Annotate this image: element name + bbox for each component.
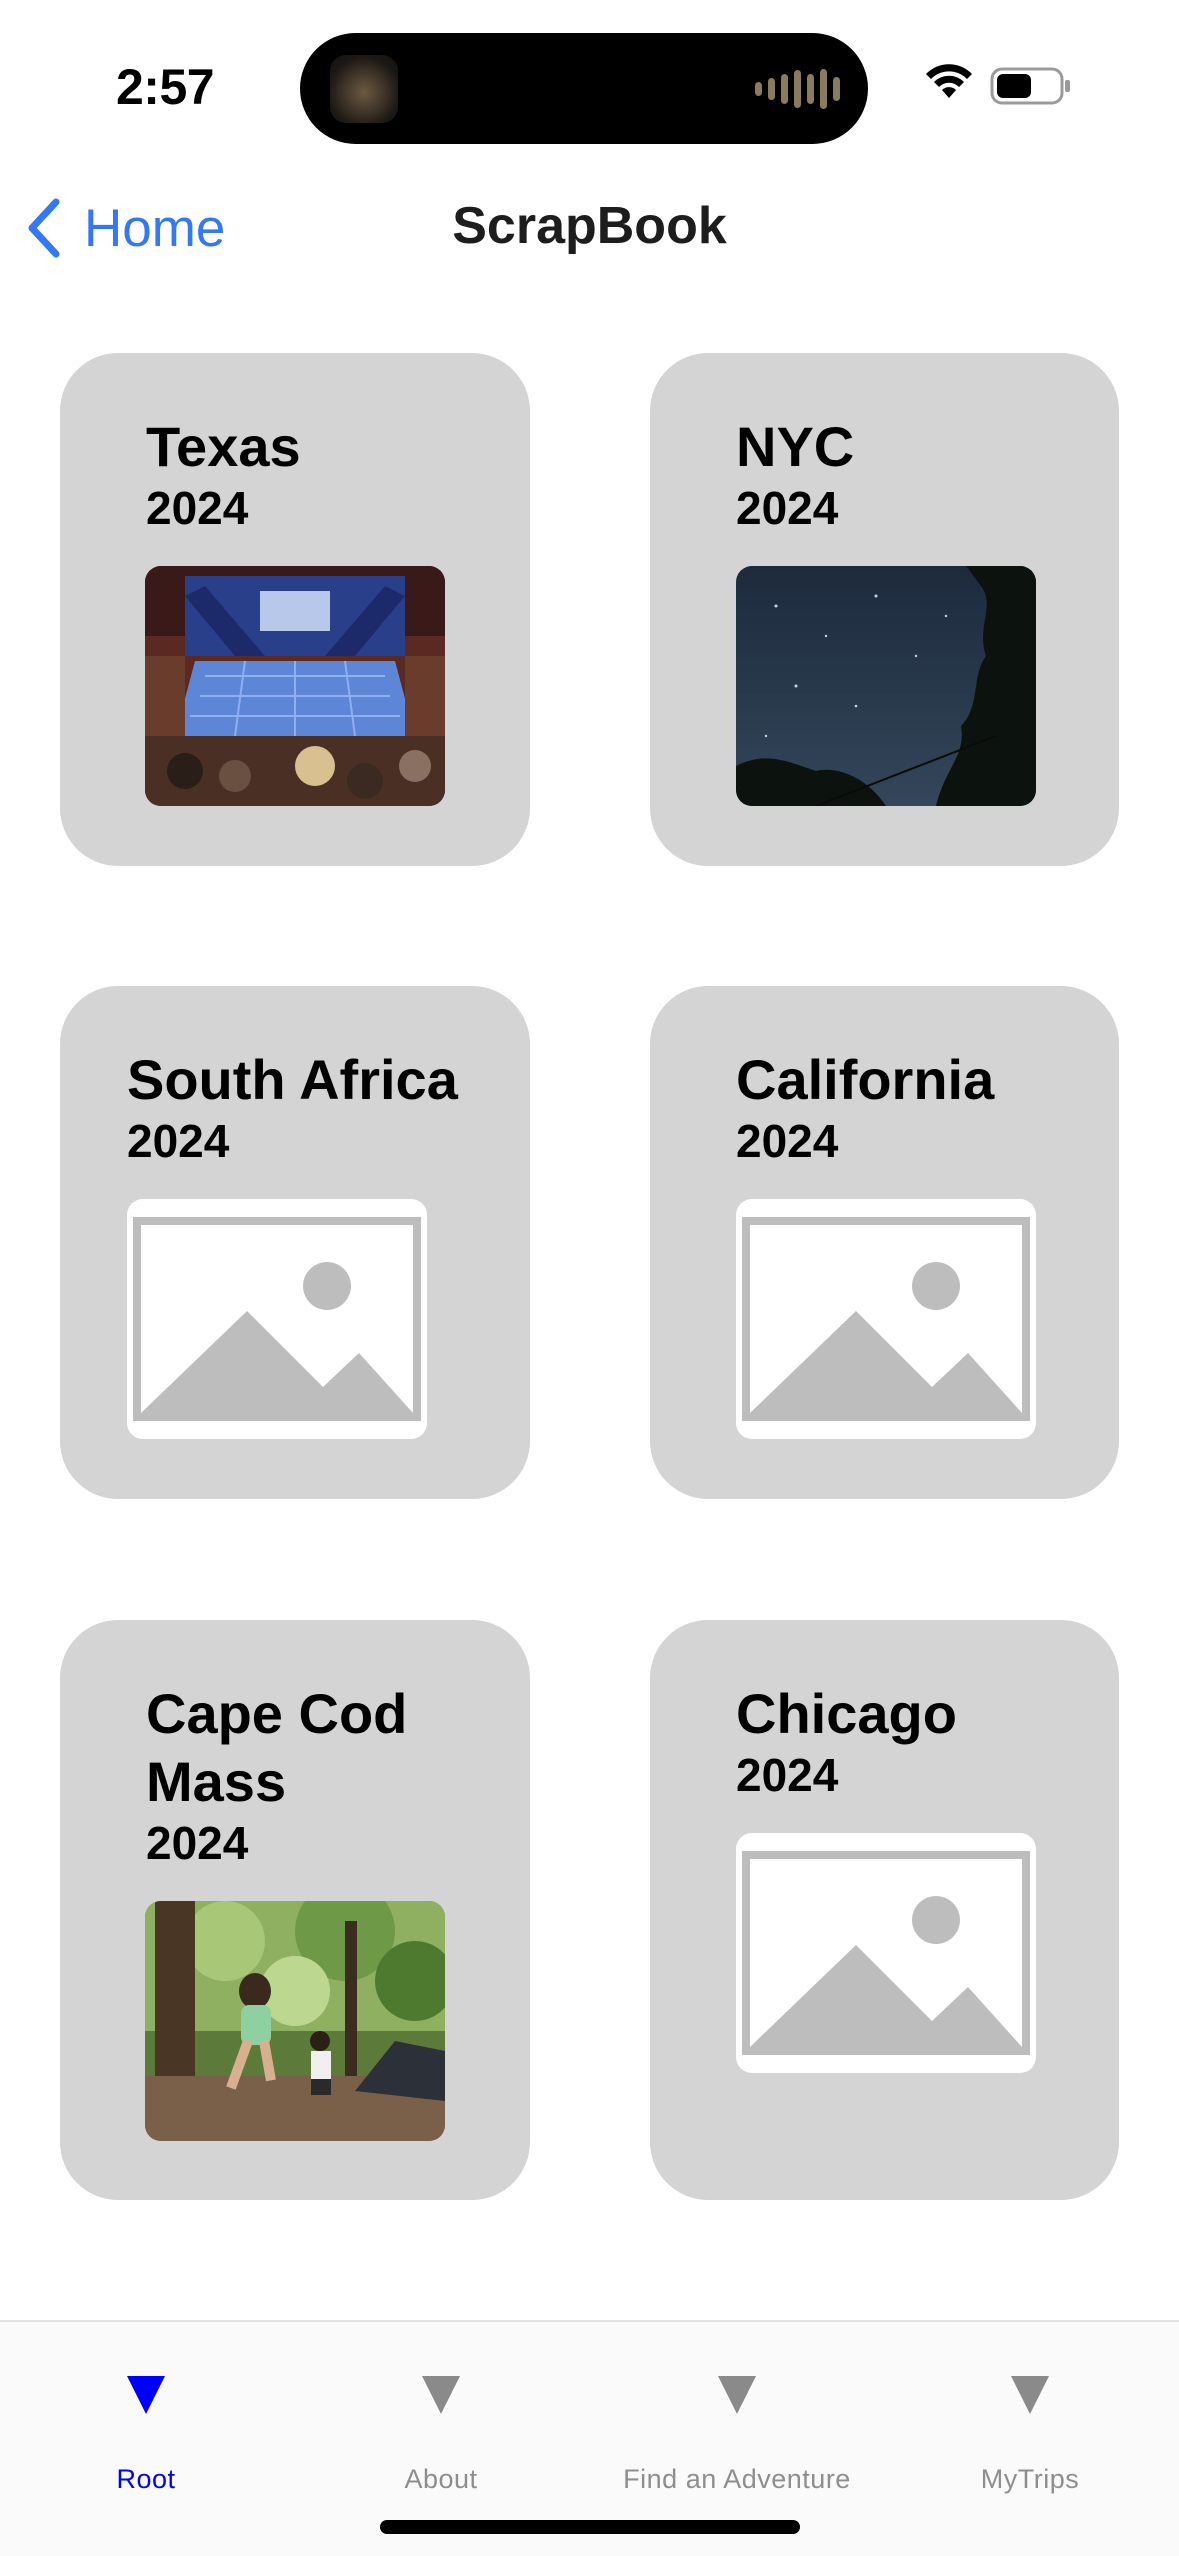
trip-photo-night-sky: [736, 566, 1036, 806]
placeholder-image-icon: [736, 1199, 1036, 1439]
tab-about[interactable]: About: [311, 2350, 571, 2500]
trip-photo-theater: [145, 566, 445, 806]
trip-year: 2024: [736, 1749, 839, 1801]
trip-year: 2024: [146, 1817, 249, 1869]
home-indicator[interactable]: [380, 2520, 800, 2534]
triangle-down-icon: [718, 2376, 756, 2414]
trip-card-cape-cod[interactable]: Cape Cod Mass 2024: [60, 1620, 530, 2200]
dynamic-island[interactable]: [300, 33, 868, 144]
triangle-down-icon: [1011, 2376, 1049, 2414]
now-playing-artwork: [330, 55, 398, 123]
trip-year: 2024: [127, 1115, 230, 1167]
status-time: 2:57: [116, 59, 215, 115]
tab-label: About: [404, 2464, 478, 2494]
trip-name: California: [736, 1048, 995, 1111]
tab-label: Find an Adventure: [623, 2464, 851, 2494]
trip-card-chicago[interactable]: Chicago 2024: [650, 1620, 1119, 2200]
trip-card-nyc[interactable]: NYC 2024: [650, 353, 1119, 866]
wifi-icon: [926, 64, 972, 98]
tab-mytrips[interactable]: MyTrips: [900, 2350, 1160, 2500]
tab-label: MyTrips: [980, 2464, 1080, 2494]
audio-waveform-icon: [755, 67, 840, 111]
tab-root[interactable]: Root: [16, 2350, 276, 2500]
placeholder-image-icon: [127, 1199, 427, 1439]
triangle-down-icon: [422, 2376, 460, 2414]
trip-year: 2024: [736, 482, 839, 534]
trip-name: Chicago: [736, 1682, 957, 1745]
trip-card-texas[interactable]: Texas 2024: [60, 353, 530, 866]
tab-label: Root: [116, 2464, 176, 2494]
trip-card-california[interactable]: California 2024: [650, 986, 1119, 1499]
trip-name: Cape Cod Mass: [146, 1682, 408, 1813]
tab-find-an-adventure[interactable]: Find an Adventure: [607, 2350, 867, 2500]
trip-name: Texas: [146, 415, 301, 478]
trip-year: 2024: [146, 482, 249, 534]
trip-photo-forest: [145, 1901, 445, 2141]
screen: 2:57 Home ScrapBook Texas 2024 NYC 2024 …: [0, 0, 1179, 2556]
placeholder-image-icon: [736, 1833, 1036, 2073]
triangle-down-icon: [127, 2376, 165, 2414]
trip-year: 2024: [736, 1115, 839, 1167]
trip-card-south-africa[interactable]: South Africa 2024: [60, 986, 530, 1499]
page-title: ScrapBook: [452, 197, 727, 255]
battery-icon: [990, 67, 1070, 105]
trip-name: NYC: [736, 415, 855, 478]
trip-name: South Africa: [127, 1048, 458, 1111]
